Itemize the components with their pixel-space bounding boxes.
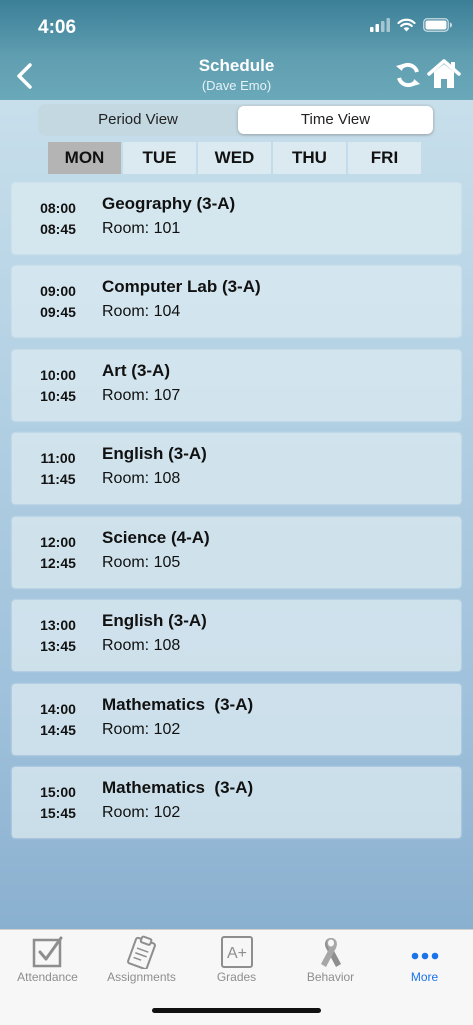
checkbox-icon [32, 936, 62, 968]
day-tab-wed[interactable]: WED [198, 142, 271, 174]
end-time: 13:45 [40, 638, 76, 654]
day-tab-fri[interactable]: FRI [348, 142, 421, 174]
end-time: 15:45 [40, 805, 76, 821]
tab-behavior[interactable]: Behavior [283, 930, 378, 990]
day-tab-thu[interactable]: THU [273, 142, 346, 174]
end-time: 10:45 [40, 388, 76, 404]
schedule-item[interactable]: 10:00 10:45 Art (3-A) Room: 107 [12, 350, 461, 421]
room-label: Room: 108 [102, 637, 181, 654]
schedule-item[interactable]: 08:00 08:45 Geography (3-A) Room: 101 [12, 183, 461, 254]
schedule-item[interactable]: 12:00 12:45 Science (4-A) Room: 105 [12, 517, 461, 588]
tab-label: More [410, 970, 439, 984]
time-view-option[interactable]: Time View [238, 106, 433, 134]
home-button[interactable] [427, 58, 461, 90]
tab-label: Grades [216, 970, 257, 984]
room-label: Room: 104 [102, 303, 181, 320]
day-tab-mon[interactable]: MON [48, 142, 121, 174]
schedule-item[interactable]: 14:00 14:45 Mathematics (3-A) Room: 102 [12, 684, 461, 755]
subject-name: English (3-A) [102, 611, 207, 630]
wifi-icon [397, 18, 416, 32]
schedule-item[interactable]: 09:00 09:45 Computer Lab (3-A) Room: 104 [12, 266, 461, 337]
tab-assignments[interactable]: Assignments [94, 930, 189, 990]
header-bar: 4:06 Schedule (Dave Emo) [0, 0, 473, 100]
schedule-item[interactable]: 13:00 13:45 English (3-A) Room: 108 [12, 600, 461, 671]
refresh-button[interactable] [392, 59, 424, 91]
home-icon [427, 59, 461, 88]
subject-name: Geography (3-A) [102, 194, 236, 213]
day-selector: MON TUE WED THU FRI [48, 142, 421, 174]
room-label: Room: 102 [102, 721, 181, 738]
schedule-item[interactable]: 15:00 15:45 Mathematics (3-A) Room: 102 [12, 767, 461, 838]
start-time: 14:00 [40, 701, 76, 717]
ribbon-icon [320, 938, 341, 967]
end-time: 11:45 [40, 471, 76, 487]
room-label: Room: 107 [102, 387, 181, 404]
tab-label: Assignments [107, 970, 176, 984]
subject-name: Art (3-A) [102, 361, 170, 380]
end-time: 12:45 [40, 555, 76, 571]
subject-name: Mathematics (3-A) [102, 778, 254, 797]
start-time: 13:00 [40, 617, 76, 633]
room-label: Room: 101 [102, 220, 181, 237]
room-label: Room: 102 [102, 804, 181, 821]
start-time: 11:00 [40, 450, 76, 466]
status-time: 4:06 [38, 17, 77, 38]
start-time: 15:00 [40, 784, 76, 800]
start-time: 08:00 [40, 200, 76, 216]
end-time: 14:45 [40, 722, 76, 738]
tab-grades[interactable]: A+ Grades [189, 930, 284, 990]
start-time: 10:00 [40, 367, 76, 383]
signal-icon [370, 18, 390, 32]
tab-label: Attendance [17, 970, 78, 984]
svg-text:A+: A+ [226, 945, 246, 962]
subject-name: English (3-A) [102, 444, 207, 463]
room-label: Room: 105 [102, 554, 181, 571]
schedule-item[interactable]: 11:00 11:45 English (3-A) Room: 108 [12, 433, 461, 504]
view-toggle: Period View Time View [38, 104, 435, 136]
subject-name: Computer Lab (3-A) [102, 277, 261, 296]
subject-name: Mathematics (3-A) [102, 695, 254, 714]
battery-icon [423, 18, 452, 32]
room-label: Room: 108 [102, 470, 181, 487]
start-time: 12:00 [40, 534, 76, 550]
end-time: 09:45 [40, 304, 76, 320]
grade-a-plus-icon: A+ [220, 936, 253, 968]
end-time: 08:45 [40, 221, 76, 237]
clipboard-icon [126, 935, 156, 969]
day-tab-tue[interactable]: TUE [123, 142, 196, 174]
period-view-option[interactable]: Period View [40, 106, 236, 134]
start-time: 09:00 [40, 283, 76, 299]
tab-label: Behavior [306, 970, 355, 984]
subject-name: Science (4-A) [102, 528, 210, 547]
tab-more[interactable]: More [377, 930, 472, 990]
home-indicator[interactable] [152, 1008, 321, 1013]
more-dots-icon [411, 952, 438, 960]
refresh-icon [396, 62, 420, 88]
status-icons [370, 18, 453, 32]
tab-attendance[interactable]: Attendance [0, 930, 95, 990]
